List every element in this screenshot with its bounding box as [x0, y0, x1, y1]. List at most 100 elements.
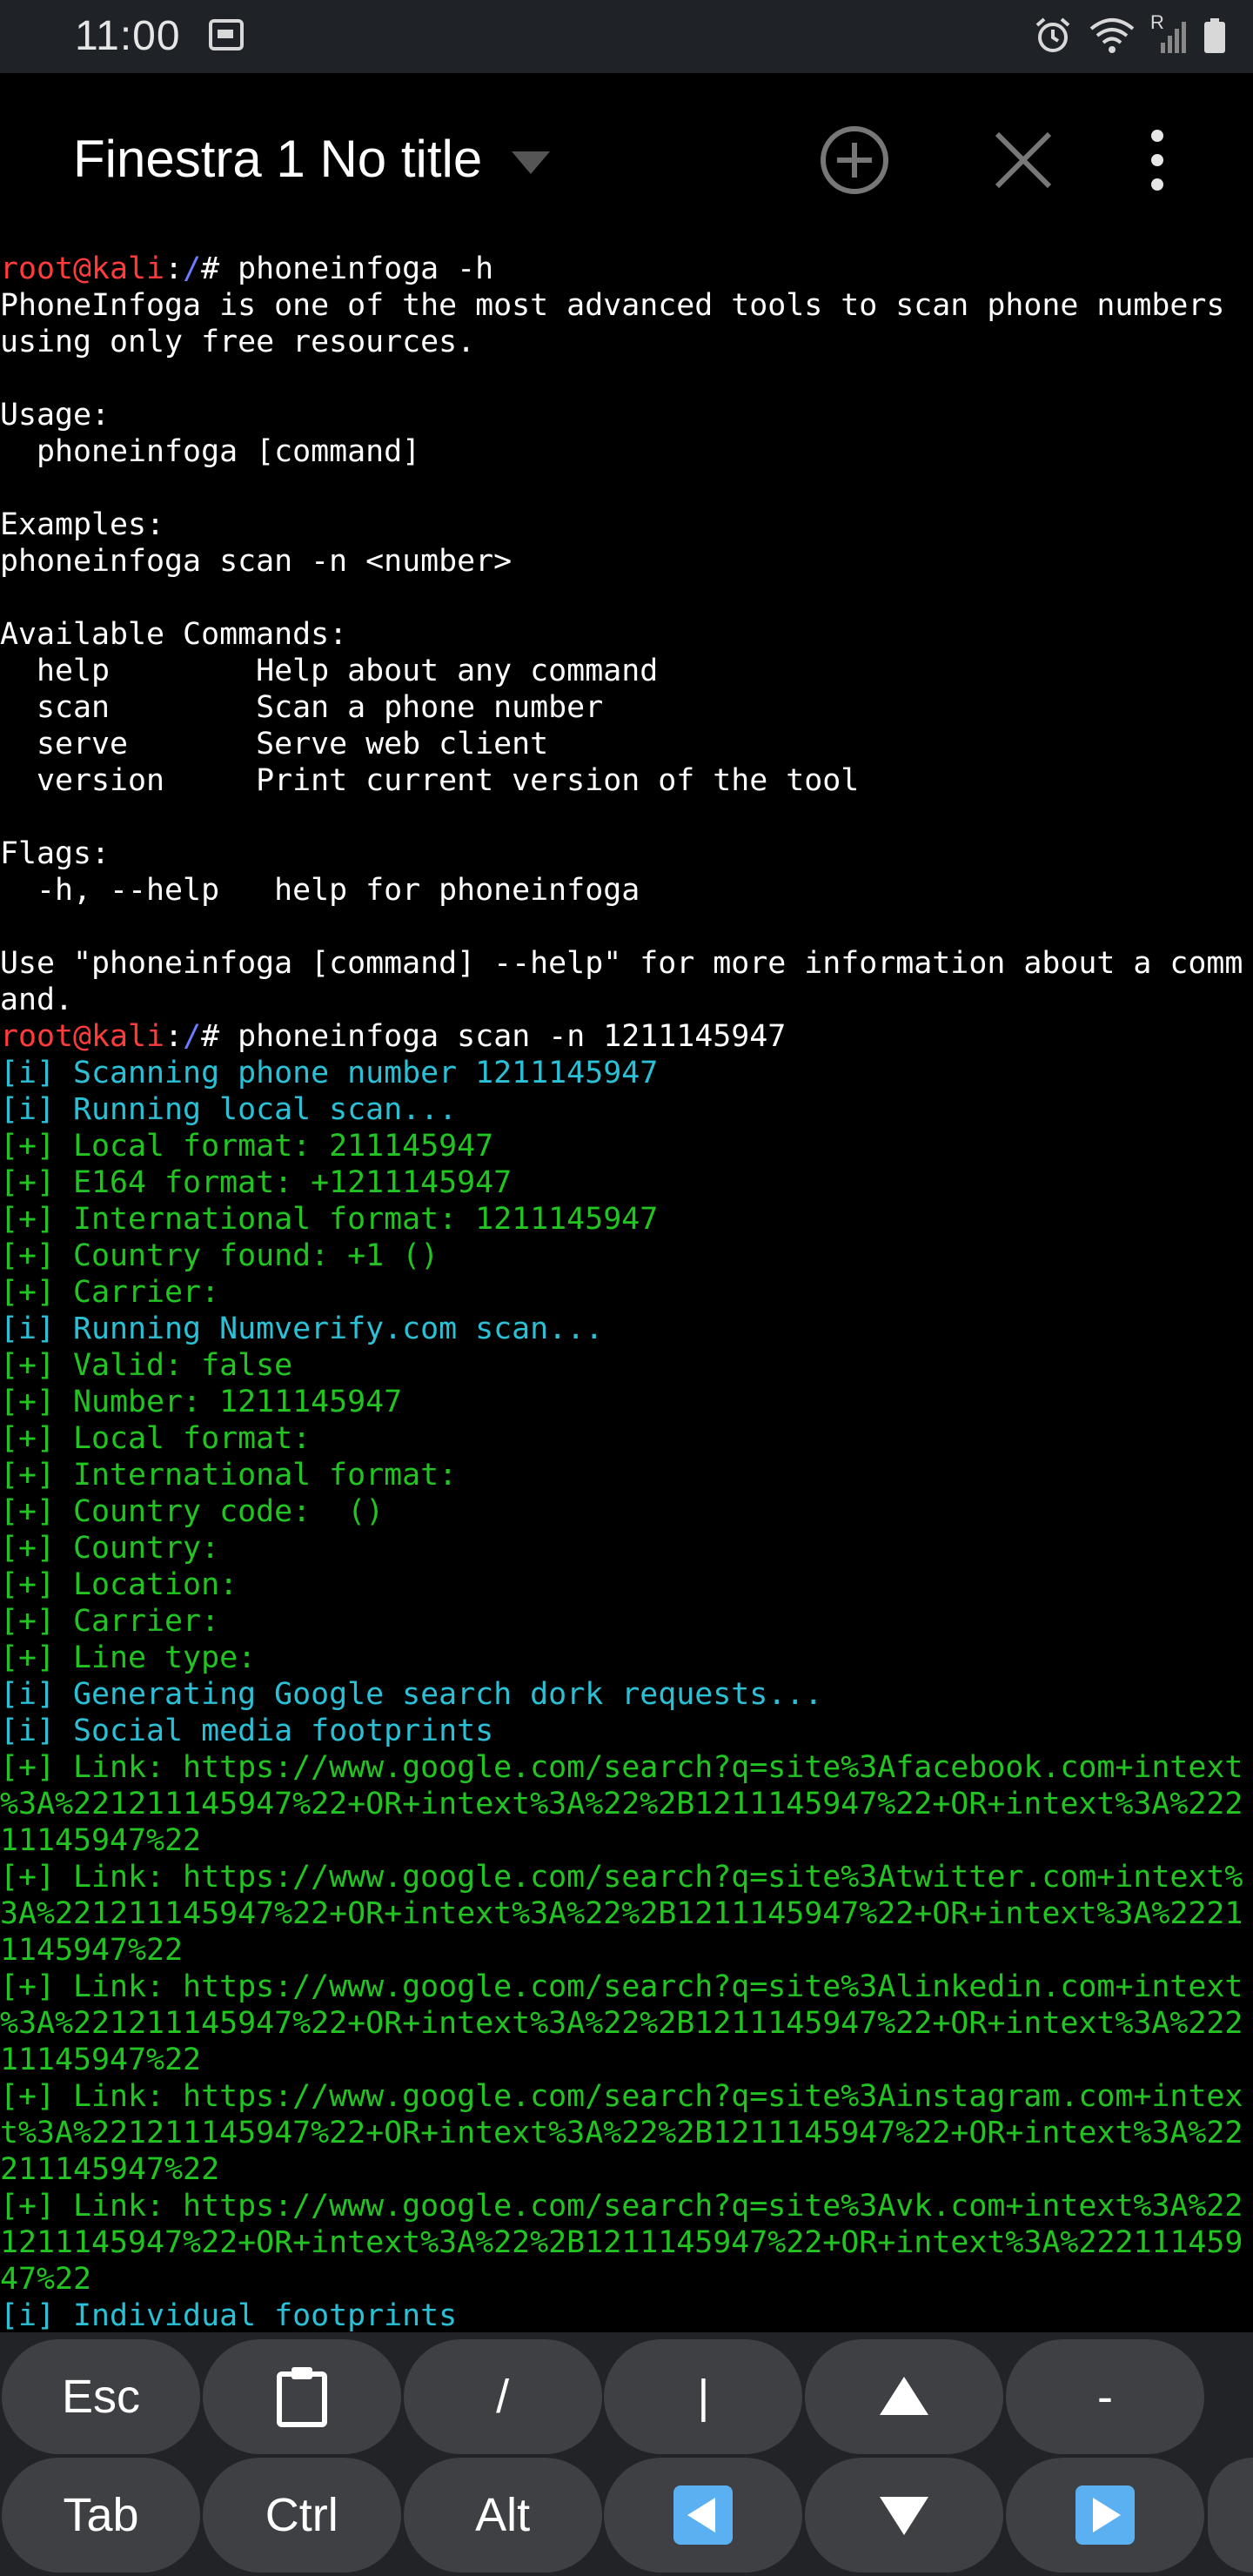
alt-key[interactable]: Alt [403, 2458, 602, 2573]
left-arrow-key[interactable] [604, 2458, 803, 2573]
terminal-line: scan Scan a phone number [0, 690, 604, 725]
prompt-path: / [183, 1019, 202, 1054]
terminal-line: [+] International format: [0, 1458, 458, 1493]
terminal-line: t%3A%221211145947%22+OR+intext%3A%22%2B1… [0, 2116, 1243, 2150]
paste-key[interactable] [202, 2339, 401, 2454]
terminal-line: Available Commands: [0, 617, 348, 652]
key-label: Ctrl [265, 2489, 338, 2541]
terminal-line: [i] Generating Google search dork reques… [0, 1677, 823, 1712]
battery-icon [1204, 18, 1225, 53]
signal-icon: R [1150, 11, 1187, 55]
status-bar: 11:00 R [0, 0, 1253, 73]
terminal-line: 211145947%22 [0, 2152, 220, 2187]
key-label: | [697, 2371, 710, 2423]
prompt-separator: : [164, 1019, 184, 1054]
ctrl-key[interactable]: Ctrl [202, 2458, 401, 2573]
key-label: Alt [475, 2489, 531, 2541]
terminal-line: phoneinfoga [command] [0, 434, 421, 469]
status-time: 11:00 [75, 13, 181, 59]
terminal-line: 3A%221211145947%22+OR+intext%3A%22%2B121… [0, 1896, 1243, 1931]
terminal-line: [+] Country found: +1 () [0, 1238, 439, 1273]
terminal-line: %3A%221211145947%22+OR+intext%3A%22%2B12… [0, 2006, 1243, 2041]
terminal-line: version Print current version of the too… [0, 763, 860, 798]
right-arrow-key[interactable] [1006, 2458, 1204, 2573]
dropdown-arrow-icon[interactable] [510, 150, 552, 176]
prompt-command: # phoneinfoga scan -n 1211145947 [201, 1019, 787, 1054]
close-icon[interactable] [992, 129, 1055, 191]
terminal-line: -h, --help help for phoneinfoga [0, 873, 640, 908]
wifi-icon [1089, 18, 1135, 53]
extra-keys-bar: Esc / | - Tab Ctrl Alt [0, 2332, 1253, 2576]
prompt-separator: : [164, 252, 184, 286]
terminal-line: [i] Running Numverify.com scan... [0, 1311, 604, 1346]
terminal-line: 1145947%22 [0, 1933, 184, 1968]
arrow-right-icon [1074, 2484, 1136, 2546]
terminal-line: %3A%221211145947%22+OR+intext%3A%22%2B12… [0, 1787, 1243, 1821]
status-icons: R [1034, 11, 1227, 56]
terminal-line: [+] Local format: [0, 1421, 312, 1456]
slash-key[interactable]: / [403, 2339, 602, 2454]
terminal-line: [+] Country code: () [0, 1494, 385, 1529]
up-arrow-key[interactable] [805, 2339, 1004, 2454]
app-bar: Finestra 1 No title [0, 73, 1253, 247]
alarm-icon [1035, 17, 1070, 52]
terminal-line: [+] Carrier: [0, 1275, 220, 1310]
terminal-prompt-line: root@kali:/# phoneinfoga scan -n 1211145… [0, 1018, 1253, 1055]
terminal-line: using only free resources. [0, 325, 476, 359]
window-title[interactable]: Finestra 1 No title [73, 129, 482, 189]
prompt-path: / [183, 252, 202, 286]
terminal-line: phoneinfoga scan -n <number> [0, 544, 513, 579]
terminal-line: serve Serve web client [0, 727, 549, 761]
terminal-line: [+] Line type: [0, 1640, 257, 1675]
terminal-line: [i] Individual footprints [0, 2298, 458, 2332]
sim-card-icon [209, 19, 244, 50]
esc-key[interactable]: Esc [2, 2339, 200, 2454]
clipboard-icon [274, 2365, 330, 2428]
key-label: / [496, 2371, 510, 2423]
terminal-line: and. [0, 983, 74, 1017]
terminal-line: 11145947%22 [0, 1823, 202, 1858]
terminal-output[interactable]: root@kali:/# phoneinfoga -h PhoneInfoga i… [0, 251, 1253, 2332]
terminal-line: [+] Country: [0, 1531, 220, 1566]
arrow-down-icon [878, 2493, 930, 2537]
terminal-line: [+] Link: https://www.google.com/search?… [0, 2079, 1243, 2114]
prompt-command: # phoneinfoga -h [201, 252, 494, 286]
terminal-line: 11145947%22 [0, 2043, 202, 2077]
terminal-line: 1211145947%22+OR+intext%3A%22%2B12111459… [0, 2225, 1243, 2260]
prompt-user: root@kali [0, 1019, 165, 1054]
terminal-line: Examples: [0, 507, 165, 542]
terminal-line: [+] Local format: 211145947 [0, 1129, 494, 1164]
terminal-line: [+] International format: 1211145947 [0, 1202, 659, 1237]
terminal-line: [+] Link: https://www.google.com/search?… [0, 1860, 1243, 1895]
prompt-user: root@kali [0, 252, 165, 286]
terminal-line: Flags: [0, 836, 111, 871]
terminal-line: [+] Location: [0, 1567, 238, 1602]
extra-key-partial[interactable] [1208, 2458, 1253, 2573]
more-vert-icon[interactable] [1140, 124, 1175, 197]
terminal-prompt-line: root@kali:/# phoneinfoga -h [0, 251, 1253, 287]
terminal-line: [+] Carrier: [0, 1604, 220, 1639]
terminal-line: [+] Number: 1211145947 [0, 1385, 403, 1419]
terminal-line: PhoneInfoga is one of the most advanced … [0, 288, 1225, 323]
dash-key[interactable]: - [1006, 2339, 1204, 2454]
key-label: - [1097, 2371, 1113, 2423]
pipe-key[interactable]: | [604, 2339, 803, 2454]
terminal-line: [+] E164 format: +1211145947 [0, 1165, 513, 1200]
down-arrow-key[interactable] [805, 2458, 1004, 2573]
terminal-line: Use "phoneinfoga [command] --help" for m… [0, 946, 1243, 981]
arrow-up-icon [878, 2375, 930, 2418]
terminal-line: Usage: [0, 398, 111, 433]
terminal-line: 47%22 [0, 2262, 92, 2297]
terminal-line: [+] Link: https://www.google.com/search?… [0, 1750, 1243, 1785]
terminal-line: [+] Valid: false [0, 1348, 293, 1383]
key-label: Tab [63, 2489, 139, 2541]
terminal-line: [+] Link: https://www.google.com/search?… [0, 2189, 1243, 2224]
add-circle-icon[interactable] [818, 124, 891, 197]
terminal-line: help Help about any command [0, 654, 659, 688]
terminal-line: [i] Scanning phone number 1211145947 [0, 1056, 659, 1090]
tab-key[interactable]: Tab [2, 2458, 200, 2573]
terminal-line: [i] Running local scan... [0, 1092, 458, 1127]
